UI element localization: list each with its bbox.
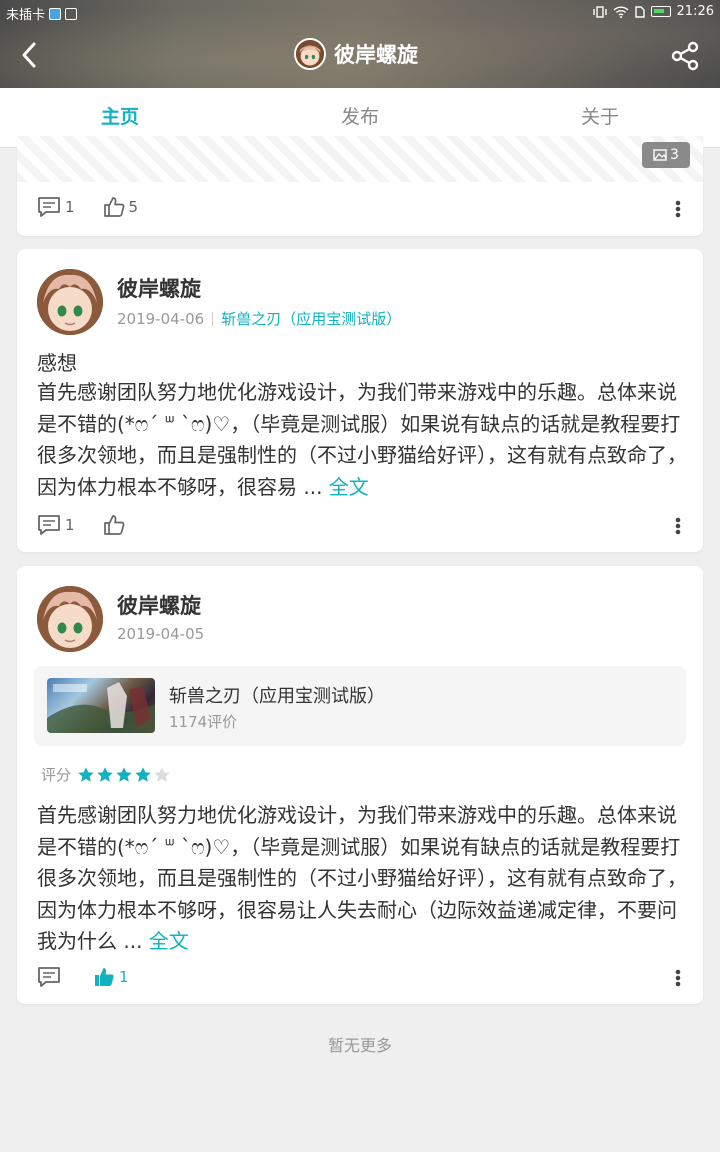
review-body[interactable]: 首先感谢团队努力地优化游戏设计，为我们带来游戏中的乐趣。总体来说是不错的(*ෆ´… bbox=[37, 800, 687, 958]
star-filled-icon bbox=[97, 766, 113, 782]
user-name[interactable]: 彼岸螺旋 bbox=[117, 273, 201, 303]
more-options-icon[interactable] bbox=[675, 198, 681, 220]
review-title: 感想 bbox=[37, 351, 77, 375]
no-more-label: 暂无更多 bbox=[327, 1036, 392, 1055]
more-options-icon[interactable] bbox=[675, 967, 681, 989]
like-count: 1 bbox=[119, 968, 129, 986]
like-count: 5 bbox=[128, 198, 139, 216]
game-card[interactable]: 斩兽之刃（应用宝测试版） 1174评价 bbox=[34, 666, 686, 746]
header-avatar bbox=[294, 38, 326, 70]
post-date: 2019-04-05 bbox=[117, 625, 205, 643]
vibrate-icon bbox=[592, 5, 607, 18]
post-1-actions: 1 5 bbox=[37, 196, 166, 218]
post-date: 2019-04-06 bbox=[117, 309, 205, 328]
more-options-icon[interactable] bbox=[675, 515, 681, 537]
game-link[interactable]: 斩兽之刃（应用宝测试版） bbox=[221, 308, 401, 329]
game-review-count: 1174评价 bbox=[169, 713, 238, 731]
meta-divider bbox=[212, 311, 214, 326]
thumbs-up-icon bbox=[103, 515, 124, 535]
full-text-link[interactable]: 全文 bbox=[329, 475, 369, 499]
like-button[interactable] bbox=[103, 514, 129, 536]
image-count: 3 bbox=[670, 147, 679, 163]
comment-count: 1 bbox=[65, 198, 75, 216]
full-text-link[interactable]: 全文 bbox=[149, 929, 189, 953]
comment-icon bbox=[38, 515, 60, 535]
status-bar: 未插卡 21:26 bbox=[0, 0, 720, 24]
image-icon bbox=[653, 149, 667, 161]
post-image-preview[interactable] bbox=[17, 136, 703, 182]
thumbs-up-icon bbox=[103, 197, 124, 217]
comment-button[interactable]: 1 bbox=[37, 514, 75, 536]
post-2-actions: 1 bbox=[37, 514, 157, 536]
app-notification-icon bbox=[49, 7, 62, 20]
carrier-text: 未插卡 bbox=[6, 8, 46, 23]
share-button[interactable] bbox=[670, 40, 700, 72]
rating-row: 评分 bbox=[41, 764, 171, 785]
sim-icon bbox=[634, 5, 645, 18]
header-title-group: 彼岸螺旋 bbox=[294, 38, 418, 70]
rating-stars bbox=[77, 766, 171, 784]
comment-icon bbox=[38, 197, 60, 217]
post-meta: 2019-04-05 bbox=[117, 625, 204, 643]
comment-icon bbox=[38, 967, 60, 987]
battery-icon bbox=[650, 6, 671, 17]
status-left: 未插卡 bbox=[6, 4, 78, 23]
review-text: 首先感谢团队努力地优化游戏设计，为我们带来游戏中的乐趣。总体来说是不错的(*ෆ´… bbox=[37, 803, 687, 953]
user-avatar[interactable] bbox=[37, 269, 103, 335]
star-filled-icon bbox=[116, 766, 132, 782]
status-right: 21:26 bbox=[592, 4, 714, 19]
wifi-icon bbox=[613, 5, 629, 18]
star-filled-icon bbox=[78, 766, 94, 782]
user-name[interactable]: 彼岸螺旋 bbox=[117, 590, 201, 620]
post-card-3[interactable]: 彼岸螺旋 2019-04-05 斩兽之刃（应用宝测试版） 1174评价 评分 首… bbox=[17, 566, 703, 1004]
game-thumbnail bbox=[47, 678, 155, 733]
status-time: 21:26 bbox=[676, 4, 714, 19]
star-empty-icon bbox=[154, 766, 170, 782]
post-3-actions: 1 bbox=[37, 966, 157, 988]
star-filled-icon bbox=[135, 766, 151, 782]
post-card-1[interactable]: 1 5 bbox=[17, 136, 703, 236]
comment-button[interactable]: 1 bbox=[37, 196, 75, 218]
page-title: 彼岸螺旋 bbox=[334, 43, 418, 67]
comment-button[interactable] bbox=[37, 966, 65, 988]
rating-label: 评分 bbox=[41, 766, 72, 784]
comment-count: 1 bbox=[65, 516, 75, 534]
back-button[interactable] bbox=[14, 38, 46, 72]
app-header: 未插卡 21:26 彼岸螺旋 bbox=[0, 0, 720, 88]
post-meta: 2019-04-06 斩兽之刃（应用宝测试版） bbox=[117, 308, 401, 329]
like-button[interactable]: 5 bbox=[103, 196, 139, 218]
game-name: 斩兽之刃（应用宝测试版） bbox=[169, 686, 385, 707]
thumbs-up-filled-icon bbox=[95, 968, 114, 986]
image-count-badge[interactable]: 3 bbox=[642, 142, 690, 168]
image-notification-icon bbox=[65, 7, 78, 20]
post-card-2[interactable]: 彼岸螺旋 2019-04-06 斩兽之刃（应用宝测试版） 感想 首先感谢团队努力… bbox=[17, 249, 703, 552]
like-button[interactable]: 1 bbox=[93, 966, 129, 988]
review-body[interactable]: 首先感谢团队努力地优化游戏设计，为我们带来游戏中的乐趣。总体来说是不错的(*ෆ´… bbox=[37, 377, 687, 503]
user-avatar[interactable] bbox=[37, 586, 103, 652]
